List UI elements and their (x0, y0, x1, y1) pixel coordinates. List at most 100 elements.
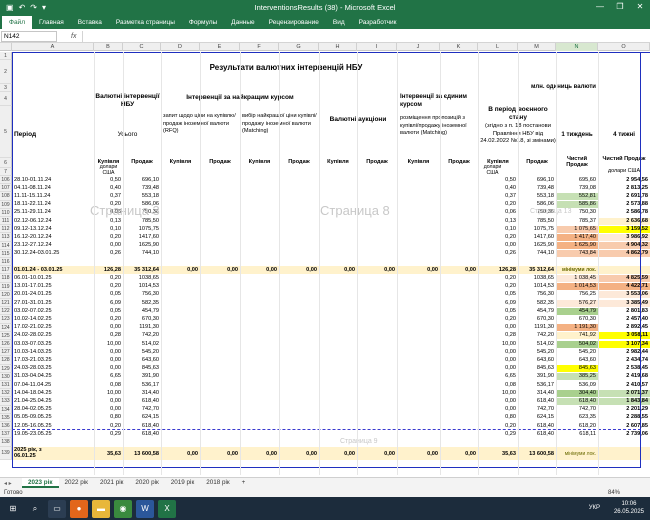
cell-p[interactable]: 09.12-13.12.24 (14, 226, 94, 233)
tab-file[interactable]: Файл (2, 16, 32, 29)
cell-nv[interactable]: 1 075,65 (556, 225, 598, 233)
tab-developer[interactable]: Разработчик (352, 16, 404, 29)
cell-p[interactable]: 24.03-28.03.25 (14, 365, 94, 372)
cell-c[interactable]: 1417,60 (123, 234, 161, 241)
cell-o[interactable]: 3 385,49 (598, 299, 650, 307)
cell-c[interactable]: 536,17 (123, 382, 161, 389)
cell-nv[interactable]: 1 417,40 (556, 233, 598, 241)
spreadsheet-grid[interactable]: A B C D E F G H I J K L M N O 1 2 3 4 5 6 7 Результати валютни… (0, 43, 650, 475)
column-header-e[interactable]: E (200, 43, 240, 51)
cell-m[interactable]: 35 312,64 (518, 267, 556, 274)
cell-m[interactable]: 742,70 (518, 406, 556, 413)
cell-m[interactable]: 13 600,58 (518, 451, 556, 458)
browser-icon[interactable]: ● (70, 499, 88, 518)
cell-m[interactable]: 1014,53 (518, 283, 556, 290)
cell-nv[interactable]: 670,30 (556, 316, 598, 323)
cell-l[interactable]: 0,26 (478, 250, 518, 257)
cell-nv[interactable]: 618,40 (556, 397, 598, 405)
cell-b[interactable]: 6,09 (94, 300, 123, 307)
sheet-nav-icon[interactable]: ◂ ▸ (0, 480, 22, 487)
cell-d[interactable]: 0,00 (161, 451, 200, 458)
cell-i[interactable]: 0,00 (357, 267, 397, 274)
cell-p[interactable]: 21.04-25.04.25 (14, 398, 94, 405)
cell-m[interactable]: 618,40 (518, 398, 556, 405)
row-header[interactable]: 137 (0, 430, 12, 439)
cell-l[interactable]: 0,29 (478, 431, 518, 438)
cell-k[interactable]: 0,00 (440, 267, 478, 274)
cell-g[interactable]: 0,00 (279, 451, 319, 458)
row-header[interactable]: 115 (0, 249, 12, 258)
cell-b[interactable]: 0,20 (94, 283, 123, 290)
cell-m[interactable]: 624,15 (518, 414, 556, 421)
cell-c[interactable]: 618,40 (123, 431, 161, 438)
cell-p[interactable]: 13.01-17.01.25 (14, 283, 94, 290)
cell-p[interactable]: 06.01-10.01.25 (14, 275, 94, 282)
cell-l[interactable]: 0,20 (478, 283, 518, 290)
cell-nv[interactable]: 623,35 (556, 414, 598, 421)
cell-c[interactable]: 624,15 (123, 414, 161, 421)
cell-p[interactable]: 05.05-09.05.25 (14, 414, 94, 421)
cell-b[interactable]: 0,08 (94, 382, 123, 389)
row-header[interactable]: 133 (0, 397, 12, 406)
cell-nv[interactable]: 695,60 (556, 177, 598, 184)
cell-o[interactable]: 2 982,44 (598, 349, 650, 356)
cell-l[interactable]: 0,00 (478, 398, 518, 405)
cell-c[interactable]: 553,18 (123, 193, 161, 200)
cell-m[interactable]: 536,17 (518, 382, 556, 389)
cell-b[interactable]: 0,40 (94, 185, 123, 192)
cell-l[interactable]: 0,20 (478, 201, 518, 208)
cell-o[interactable]: 2 691,78 (598, 193, 650, 200)
select-all-corner[interactable] (0, 43, 12, 51)
cell-o[interactable]: 3 986,92 (598, 233, 650, 241)
cell-o[interactable]: 2 071,37 (598, 389, 650, 397)
cell-c[interactable]: 545,20 (123, 349, 161, 356)
redo-icon[interactable]: ↷ (30, 3, 37, 12)
cell-m[interactable]: 391,90 (518, 373, 556, 380)
cell-h[interactable]: 0,00 (319, 267, 357, 274)
cell-o[interactable]: 2 954,56 (598, 177, 650, 184)
cell-p[interactable]: 19.05-23.05.25 (14, 431, 94, 438)
cell-o[interactable]: 2 636,68 (598, 217, 650, 225)
cell-c[interactable]: 696,10 (123, 177, 161, 184)
tab-review[interactable]: Рецензирование (262, 16, 326, 29)
cell-o[interactable]: 2 419,68 (598, 373, 650, 380)
cell-m[interactable]: 618,40 (518, 431, 556, 438)
cell-b[interactable]: 0,00 (94, 406, 123, 413)
cell-c[interactable]: 1014,53 (123, 283, 161, 290)
cell-l[interactable]: 0,00 (478, 242, 518, 249)
row-header[interactable]: 109 (0, 200, 12, 209)
cell-h[interactable]: 0,00 (319, 451, 357, 458)
cell-b[interactable]: 0,00 (94, 349, 123, 356)
cell-m[interactable]: 845,63 (518, 365, 556, 372)
cell-m[interactable]: 744,10 (518, 250, 556, 257)
cell-p[interactable]: 28.04-02.05.25 (14, 406, 94, 413)
cell-o[interactable]: 2 201,29 (598, 406, 650, 413)
cell-p[interactable]: 10.03-14.03.25 (14, 349, 94, 356)
sheet-tab-2022[interactable]: 2022 рік (59, 478, 94, 488)
cell-b[interactable]: 0,00 (94, 324, 123, 331)
cell-nv[interactable]: 1 014,53 (556, 283, 598, 291)
cell-b[interactable]: 0,29 (94, 431, 123, 438)
cell-nv[interactable]: 545,20 (556, 349, 598, 356)
cell-e[interactable]: 0,00 (200, 267, 240, 274)
cell-o[interactable]: 2 586,78 (598, 209, 650, 216)
column-header-l[interactable]: L (478, 43, 518, 51)
cell-p[interactable]: 31.03-04.04.25 (14, 373, 94, 380)
cell-o[interactable]: 3 159,52 (598, 225, 650, 233)
cell-c[interactable]: 1625,90 (123, 242, 161, 249)
cell-o[interactable]: 2 892,45 (598, 324, 650, 331)
formula-input[interactable] (82, 30, 650, 42)
row-header[interactable]: 113 (0, 233, 12, 242)
column-header-h[interactable]: H (319, 43, 357, 51)
cell-nv[interactable]: 618,11 (556, 431, 598, 438)
cell-p[interactable]: 10.02-14.02.25 (14, 316, 94, 323)
cell-c[interactable]: 742,70 (123, 406, 161, 413)
cell-nv[interactable]: 643,60 (556, 357, 598, 364)
row-header[interactable]: 128 (0, 356, 12, 365)
cell-nv[interactable]: 576,27 (556, 299, 598, 307)
cell-b[interactable]: 0,80 (94, 414, 123, 421)
row-header[interactable]: 131 (0, 381, 12, 390)
cell-o[interactable]: 2 288,55 (598, 414, 650, 421)
cell-c[interactable]: 618,40 (123, 398, 161, 405)
cell-b[interactable]: 0,28 (94, 332, 123, 339)
